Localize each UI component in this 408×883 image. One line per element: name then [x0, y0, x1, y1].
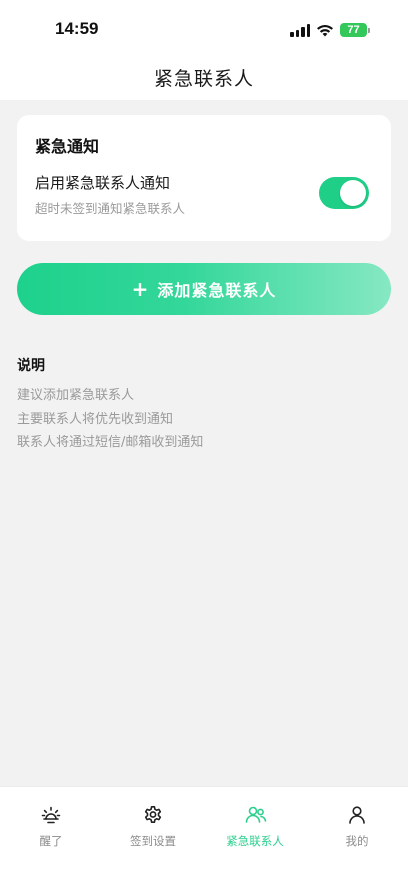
add-contact-label: 添加紧急联系人 [157, 281, 277, 300]
note-item: 主要联系人将优先收到通知 [17, 412, 174, 427]
wifi-icon [317, 24, 333, 36]
add-contact-button[interactable]: + 添加紧急联系人 [17, 263, 391, 315]
signal-icon [290, 23, 310, 37]
battery-level: 77 [347, 24, 360, 36]
enable-notify-toggle[interactable] [319, 177, 369, 209]
card-title: 紧急通知 [35, 137, 100, 156]
top-area: 14:59 77 紧急联系人 [0, 0, 408, 100]
plus-icon: + [131, 277, 150, 301]
tab-checkin-settings[interactable]: 签到设置 [102, 787, 204, 857]
status-time: 14:59 [55, 19, 99, 38]
battery-icon: 77 [340, 23, 367, 37]
enable-notify-description: 超时未签到通知紧急联系人 [35, 201, 186, 216]
sun-icon [41, 806, 61, 824]
enable-notify-label: 启用紧急联系人通知 [35, 174, 171, 192]
note-item: 联系人将通过短信/邮箱收到通知 [17, 435, 204, 450]
page-title: 紧急联系人 [153, 68, 254, 90]
tab-me[interactable]: 我的 [306, 787, 408, 857]
contacts-icon [245, 806, 267, 823]
tab-label: 我的 [345, 834, 369, 848]
tab-bar: 醒了 签到设置 紧急联系人 我的 [0, 786, 408, 883]
status-indicators: 77 [290, 20, 370, 40]
emergency-notify-card: 紧急通知 启用紧急联系人通知 超时未签到通知紧急联系人 [17, 115, 391, 241]
tab-label: 紧急联系人 [226, 834, 284, 848]
tab-wake[interactable]: 醒了 [0, 787, 102, 857]
tab-label: 醒了 [39, 834, 63, 848]
battery-cap [368, 27, 370, 33]
tab-label: 签到设置 [130, 834, 176, 848]
gear-icon [144, 806, 162, 823]
person-icon [349, 806, 365, 824]
status-bar: 14:59 77 [0, 0, 408, 56]
tab-emergency-contacts[interactable]: 紧急联系人 [204, 787, 306, 857]
note-item: 建议添加紧急联系人 [17, 388, 135, 403]
toggle-knob [340, 180, 366, 206]
notes-title: 说明 [17, 358, 45, 374]
